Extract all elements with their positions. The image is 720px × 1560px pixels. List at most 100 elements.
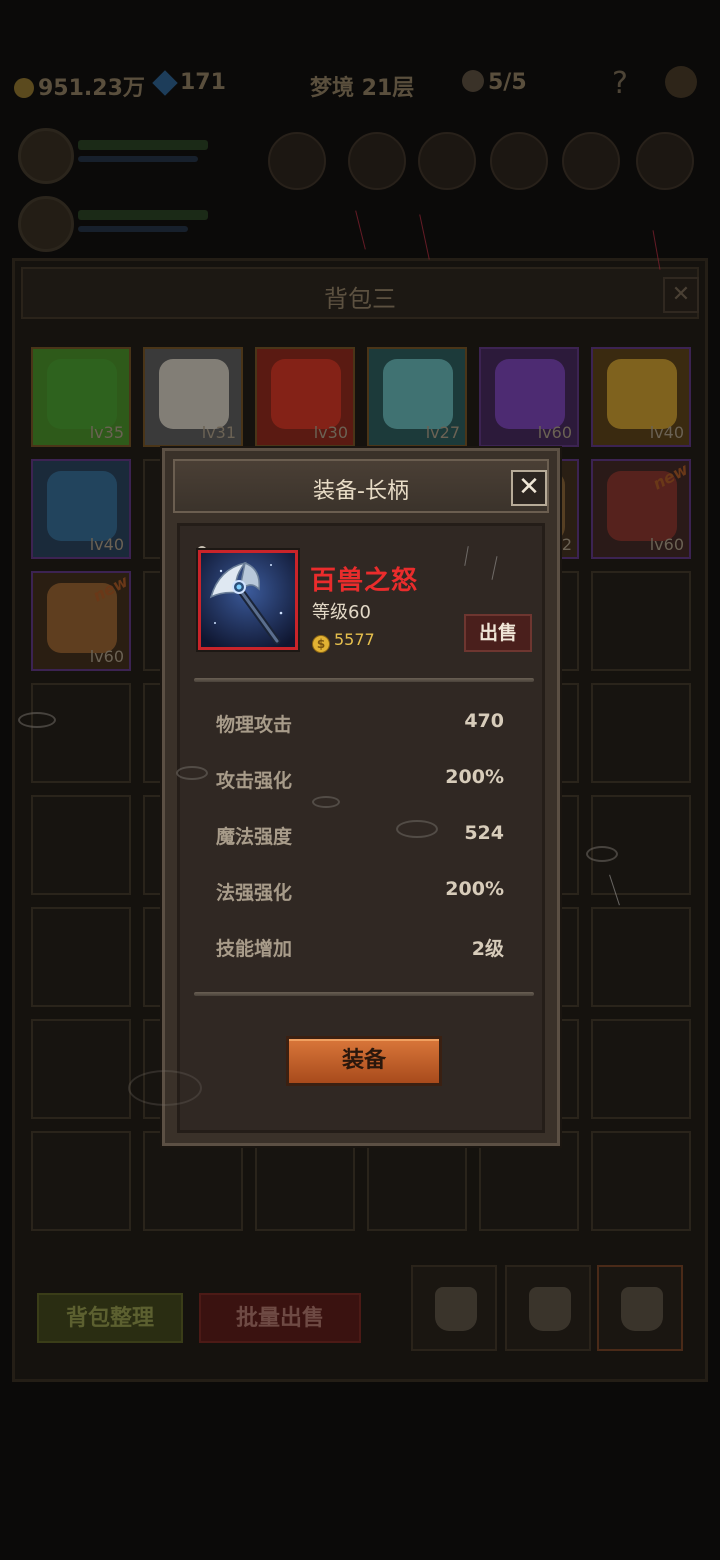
inventory-slot[interactable] <box>479 1131 579 1231</box>
item-level-label: lv60 <box>89 647 124 666</box>
gem-counter: 171 <box>152 70 226 96</box>
stat-name: 魔法强度 <box>216 826 293 848</box>
hp-bar <box>78 140 208 150</box>
inventory-slot[interactable] <box>591 795 691 895</box>
stat-name: 攻击强化 <box>216 770 293 792</box>
inventory-slot[interactable] <box>591 907 691 1007</box>
key-counter: 5/5 <box>462 70 527 95</box>
inventory-slot[interactable]: lv31 <box>143 347 243 447</box>
wind-swirl <box>586 846 618 862</box>
skill-slot[interactable] <box>562 132 620 190</box>
stat-name: 技能增加 <box>216 938 293 960</box>
inventory-slot[interactable] <box>591 1131 691 1231</box>
item-level-label: lv60 <box>537 423 572 442</box>
skill-slot[interactable] <box>268 132 326 190</box>
inventory-slot[interactable]: lv30 <box>255 347 355 447</box>
bag-tab-2[interactable] <box>505 1265 591 1351</box>
stat-row: 法强强化 200% <box>216 878 504 908</box>
hero-portrait[interactable] <box>18 128 74 184</box>
backpack-icon <box>435 1287 477 1331</box>
inventory-slot[interactable] <box>591 1019 691 1119</box>
inventory-slot[interactable]: lv40 <box>591 347 691 447</box>
stat-name: 物理攻击 <box>216 714 293 736</box>
gold-coin-icon <box>14 78 34 98</box>
item-detail-dialog: 装备-长柄 ✕ 百兽之怒 等级60 $ 5577 出售 物理攻击 470 攻击强… <box>162 448 560 1146</box>
hero-icon[interactable] <box>665 66 697 98</box>
polearm-icon <box>201 553 295 647</box>
skill-slot[interactable] <box>636 132 694 190</box>
stat-row: 攻击强化 200% <box>216 766 504 796</box>
equipment-item-icon <box>47 359 117 429</box>
sort-bag-button[interactable]: 背包整理 <box>37 1293 183 1343</box>
dialog-header: 装备-长柄 ✕ <box>173 459 549 513</box>
backpack-title: 背包三 <box>324 285 396 313</box>
inventory-slot[interactable] <box>591 683 691 783</box>
inventory-slot[interactable] <box>31 1131 131 1231</box>
wind-swirl <box>312 796 340 808</box>
item-level-label: lv40 <box>649 423 684 442</box>
inventory-slot[interactable]: lv40 <box>31 459 131 559</box>
backpack-icon <box>529 1287 571 1331</box>
wind-swirl <box>128 1070 202 1106</box>
stat-value: 200% <box>445 766 504 788</box>
backpack-header: 背包三 ✕ <box>21 267 699 319</box>
inventory-slot[interactable]: lv27 <box>367 347 467 447</box>
gem-amount: 171 <box>180 70 226 95</box>
inventory-slot[interactable] <box>143 1131 243 1231</box>
inventory-slot[interactable] <box>31 795 131 895</box>
inventory-slot[interactable]: lv60 new <box>591 459 691 559</box>
item-level-label: lv35 <box>89 423 124 442</box>
stat-row: 魔法强度 524 <box>216 822 504 852</box>
item-price: $5577 <box>312 630 375 653</box>
stat-value: 2级 <box>471 938 504 960</box>
inventory-slot[interactable] <box>367 1131 467 1231</box>
equip-button[interactable]: 装备 <box>286 1036 442 1086</box>
dialog-close-button[interactable]: ✕ <box>511 470 547 506</box>
item-level: 等级60 <box>312 602 371 623</box>
stat-name: 法强强化 <box>216 882 293 904</box>
coin-icon: $ <box>312 635 330 653</box>
skill-slot[interactable] <box>348 132 406 190</box>
help-icon[interactable]: ? <box>612 66 628 101</box>
equipment-item-icon <box>607 359 677 429</box>
equipment-item-icon <box>159 359 229 429</box>
divider <box>194 678 534 682</box>
gold-amount: 951.23万 <box>38 76 145 101</box>
backpack-close-button[interactable]: ✕ <box>663 277 699 313</box>
inventory-slot[interactable] <box>31 907 131 1007</box>
inventory-slot[interactable] <box>255 1131 355 1231</box>
equipment-item-icon <box>383 359 453 429</box>
skill-slot[interactable] <box>490 132 548 190</box>
pet-mp-bar <box>78 226 188 232</box>
stat-row: 物理攻击 470 <box>216 710 504 740</box>
inventory-slot[interactable]: lv60 <box>479 347 579 447</box>
skill-slot[interactable] <box>418 132 476 190</box>
sell-button[interactable]: 出售 <box>464 614 532 652</box>
inventory-slot[interactable] <box>591 571 691 671</box>
wind-swirl <box>18 712 56 728</box>
bag-tab-3[interactable] <box>597 1265 683 1351</box>
pet-hp-bar <box>78 210 208 220</box>
bulk-sell-button[interactable]: 批量出售 <box>199 1293 361 1343</box>
mp-bar <box>78 156 198 162</box>
item-level-label: lv27 <box>425 423 460 442</box>
top-hud: 951.23万 171 梦境 21层 5/5 ? <box>0 60 720 110</box>
wind-swirl <box>396 820 438 838</box>
dialog-title: 装备-长柄 <box>313 479 409 504</box>
item-level-label: 2 <box>561 535 572 554</box>
inventory-slot[interactable]: lv60 new <box>31 571 131 671</box>
inventory-slot[interactable] <box>31 683 131 783</box>
item-name: 百兽之怒 <box>310 566 419 596</box>
bag-tab-1[interactable] <box>411 1265 497 1351</box>
stat-value: 200% <box>445 878 504 900</box>
skull-icon <box>462 70 484 92</box>
inventory-slot[interactable]: lv35 <box>31 347 131 447</box>
stat-value: 524 <box>464 822 504 844</box>
pet-portrait[interactable] <box>18 196 74 252</box>
inventory-slot[interactable] <box>31 1019 131 1119</box>
equipment-item-icon <box>271 359 341 429</box>
divider <box>194 992 534 996</box>
item-icon-frame <box>198 550 298 650</box>
dialog-body: 百兽之怒 等级60 $5577 出售 物理攻击 470 攻击强化 200% 魔法强度 52… <box>177 523 545 1133</box>
item-level-label: lv40 <box>89 535 124 554</box>
